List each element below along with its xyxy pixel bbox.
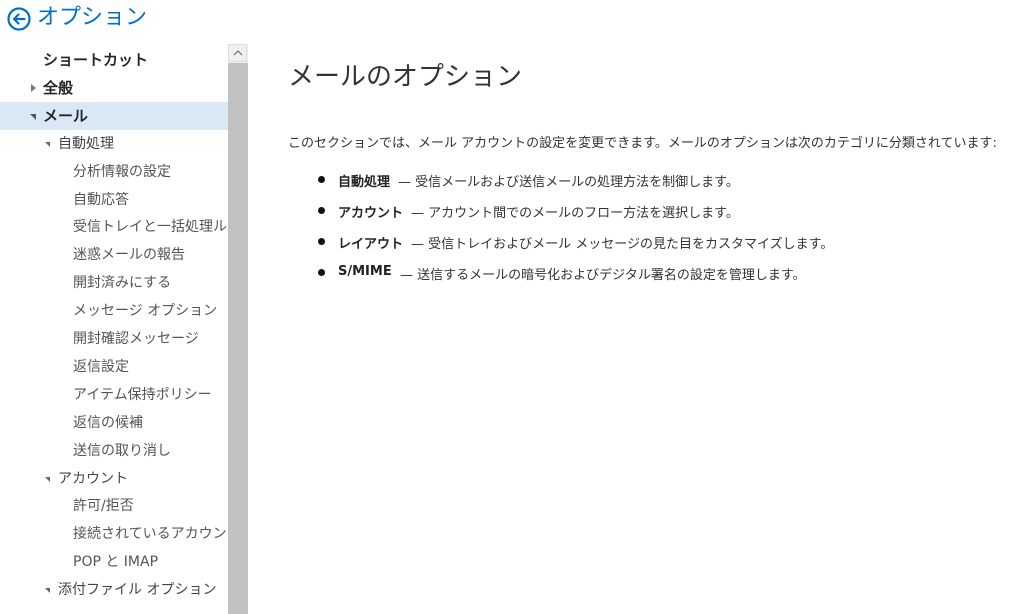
nav-item[interactable]: 開封確認メッセージ <box>0 325 228 353</box>
category-list-item: 自動処理 — 受信メールおよび送信メールの処理方法を制御します。 <box>318 171 998 191</box>
nav-item-label: 全般 <box>43 78 74 97</box>
nav-item-label: メール <box>43 106 89 125</box>
category-list-item: アカウント — アカウント間でのメールのフロー方法を選択します。 <box>318 202 998 222</box>
scroll-thumb[interactable] <box>228 63 248 614</box>
category-list-item: S/MIME — 送信するメールの暗号化およびデジタル署名の設定を管理します。 <box>318 264 998 284</box>
intro-text: このセクションでは、メール アカウントの設定を変更できます。メールのオプションは… <box>288 136 997 151</box>
nav-item-label: 自動処理 <box>58 135 114 152</box>
nav-item[interactable]: アカウント <box>0 465 228 493</box>
nav-item[interactable]: 開封済みにする <box>0 269 228 297</box>
category-description: — アカウント間でのメールのフロー方法を選択します。 <box>411 206 739 221</box>
nav-item[interactable]: アイテム保持ポリシー <box>0 381 228 409</box>
category-term: S/MIME <box>338 264 392 279</box>
back-arrow-circle-icon[interactable] <box>7 7 31 31</box>
nav-item-label: POP と IMAP <box>73 554 159 571</box>
nav-item[interactable]: ショートカット <box>0 46 228 74</box>
nav-item[interactable]: 自動応答 <box>0 186 228 214</box>
category-list-item: レイアウト — 受信トレイおよびメール メッセージの見た目をカスタマイズします。 <box>318 233 998 253</box>
nav-item-label: 添付ファイル オプション <box>58 582 217 599</box>
nav-item[interactable]: 返信の候補 <box>0 409 228 437</box>
category-term: レイアウト <box>338 237 404 252</box>
nav-item-label: 開封確認メッセージ <box>73 331 199 347</box>
collapse-triangle-icon[interactable] <box>45 476 50 482</box>
header: オプション <box>0 0 1024 40</box>
page-title: メールのオプション <box>288 62 523 92</box>
nav-item-label: 分析情報の設定 <box>73 163 171 180</box>
nav-item[interactable]: 送信の取り消し <box>0 437 228 465</box>
nav-item[interactable]: メール <box>0 101 228 130</box>
expand-triangle-icon[interactable] <box>31 83 36 92</box>
scroll-up-button[interactable] <box>228 44 247 62</box>
nav-item[interactable]: 許可/拒否 <box>0 492 228 520</box>
nav-item[interactable]: 分析情報の設定 <box>0 158 228 186</box>
bullet-icon <box>318 238 325 245</box>
nav-item-label: 接続されているアカウント <box>73 526 228 543</box>
bullet-icon <box>318 269 325 276</box>
chevron-up-icon <box>233 50 243 56</box>
category-description: — 送信するメールの暗号化およびデジタル署名の設定を管理します。 <box>400 268 806 283</box>
nav-item-label: ショートカット <box>43 51 149 69</box>
nav-item[interactable]: 添付ファイル オプション <box>0 576 228 604</box>
nav-item-label: アカウント <box>58 470 128 487</box>
nav-scrollbar[interactable] <box>228 44 248 614</box>
nav-item-label: 返信設定 <box>73 358 129 375</box>
nav-item[interactable]: 受信トレイと一括処理ルー <box>0 213 228 241</box>
nav-item[interactable]: 自動処理 <box>0 130 228 158</box>
category-description: — 受信トレイおよびメール メッセージの見た目をカスタマイズします。 <box>411 237 834 252</box>
nav-item-label: 返信の候補 <box>73 414 143 431</box>
nav-item[interactable]: 全般 <box>0 74 228 102</box>
options-navigation-tree: ショートカット 全般メール自動処理分析情報の設定 自動応答受信トレイと一括処理ルー迷… <box>0 44 228 614</box>
nav-item-label: メッセージ オプション <box>73 303 218 320</box>
bullet-icon <box>318 207 325 214</box>
category-term: アカウント <box>338 206 404 221</box>
nav-item[interactable]: POP と IMAP <box>0 548 228 576</box>
nav-item-label: 許可/拒否 <box>73 498 134 515</box>
nav-item-label: 送信の取り消し <box>73 442 171 459</box>
nav-item-label: 受信トレイと一括処理ルー <box>73 219 228 236</box>
collapse-triangle-icon[interactable] <box>45 588 50 594</box>
collapse-triangle-icon[interactable] <box>45 141 50 147</box>
nav-item-label: 自動応答 <box>73 191 129 208</box>
nav-item[interactable]: メッセージ オプション <box>0 297 228 325</box>
category-term: 自動処理 <box>338 175 391 190</box>
nav-item[interactable]: 返信設定 <box>0 353 228 381</box>
nav-item-label: アイテム保持ポリシー <box>73 386 212 403</box>
nav-item-label: 開封済みにする <box>73 275 172 292</box>
collapse-triangle-icon[interactable] <box>30 113 36 120</box>
nav-item[interactable]: 迷惑メールの報告 <box>0 241 228 269</box>
bullet-icon <box>318 176 325 183</box>
category-description: — 受信メールおよび送信メールの処理方法を制御します。 <box>398 175 739 190</box>
page-header-title[interactable]: オプション <box>37 3 147 33</box>
nav-item[interactable]: 接続されているアカウント <box>0 520 228 548</box>
nav-item-label: 迷惑メールの報告 <box>73 247 185 264</box>
